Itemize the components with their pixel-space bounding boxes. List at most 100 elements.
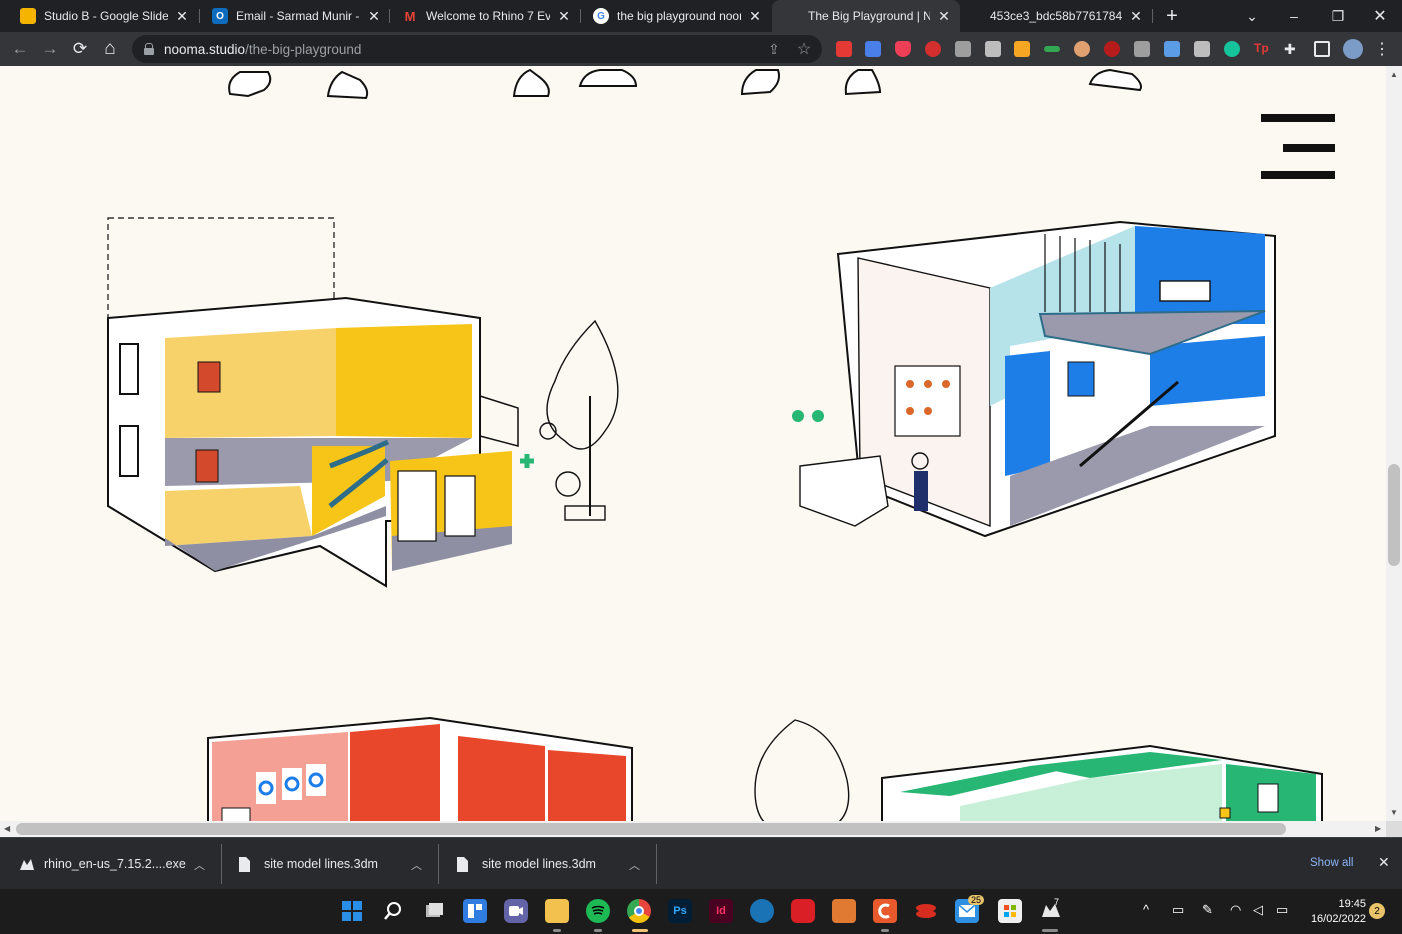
file-explorer-icon[interactable] xyxy=(545,899,569,923)
ext-pdf-icon[interactable] xyxy=(836,41,852,57)
volume-icon[interactable]: ◁ xyxy=(1253,902,1263,918)
pen-icon[interactable]: ✎ xyxy=(1202,902,1213,918)
close-icon[interactable]: ✕ xyxy=(747,8,763,24)
tab-gmail[interactable]: M Welcome to Rhino 7 Evaluation ✕ xyxy=(390,0,580,32)
scrollbar-thumb[interactable] xyxy=(1388,464,1400,566)
ext-pocket-icon[interactable] xyxy=(895,41,911,57)
rhino-app-icon[interactable] xyxy=(1039,899,1063,923)
lock-icon[interactable] xyxy=(144,43,154,55)
task-view-icon[interactable] xyxy=(422,899,446,923)
minimize-button[interactable]: – xyxy=(1272,0,1316,32)
chevron-up-icon[interactable]: ︿ xyxy=(194,857,205,873)
reload-button[interactable]: ⟳ xyxy=(68,37,92,61)
display-icon[interactable]: ▭ xyxy=(1172,902,1184,918)
notification-badge[interactable]: 2 xyxy=(1369,903,1385,919)
ext-abp-icon[interactable] xyxy=(925,41,941,57)
tab-image[interactable]: 453ce3_bdc58b7761784ac ✕ xyxy=(962,0,1152,32)
restore-button[interactable]: ❐ xyxy=(1316,0,1360,32)
archicad-icon[interactable] xyxy=(832,899,856,923)
ext-glasses-icon[interactable] xyxy=(1014,41,1030,57)
tab-big-playground[interactable]: The Big Playground | NOOMA ✕ xyxy=(772,0,960,32)
profile-avatar-icon[interactable] xyxy=(1343,39,1363,59)
horizontal-scrollbar[interactable]: ◀ ▶ xyxy=(0,821,1386,837)
blue-curtain-wall xyxy=(1005,351,1050,476)
ext-grammarly-icon[interactable] xyxy=(1224,41,1240,57)
ext-doc-icon[interactable] xyxy=(1194,41,1210,57)
scroll-left-arrow-icon[interactable]: ◀ xyxy=(4,824,10,833)
close-icon[interactable]: ✕ xyxy=(1128,8,1144,24)
ext-puzzle-icon[interactable]: ✚ xyxy=(1284,41,1300,57)
download-item-3dm[interactable]: site model lines.3dm ︿ xyxy=(238,838,433,890)
chrome-icon[interactable] xyxy=(627,899,651,923)
close-icon[interactable]: ✕ xyxy=(174,8,190,24)
bookmark-star-icon[interactable]: ☆ xyxy=(796,41,812,58)
url-path: /the-big-playground xyxy=(245,41,362,57)
back-button[interactable]: ← xyxy=(8,37,32,61)
tab-outlook[interactable]: O Email - Sarmad Munir - Outlook ✕ xyxy=(200,0,390,32)
tab-search-button[interactable]: ⌄ xyxy=(1230,0,1274,32)
indesign-icon[interactable]: Id xyxy=(709,899,733,923)
creative-cloud-icon[interactable] xyxy=(791,899,815,923)
menu-button[interactable]: ⋮ xyxy=(1370,37,1394,61)
green-house-illustration xyxy=(881,744,1323,821)
spotify-icon[interactable] xyxy=(586,899,610,923)
forward-button[interactable]: → xyxy=(38,37,62,61)
ext-screen-icon[interactable] xyxy=(985,41,1001,57)
red-app-icon[interactable] xyxy=(914,899,938,923)
ext-face-icon[interactable] xyxy=(1074,41,1090,57)
lower-room-wall xyxy=(165,486,312,546)
hamburger-menu-button[interactable] xyxy=(1261,114,1335,179)
menu-line[interactable] xyxy=(1283,144,1335,152)
home-button[interactable]: ⌂ xyxy=(98,37,122,61)
ext-photo-icon[interactable] xyxy=(1164,41,1180,57)
sketchup-icon[interactable] xyxy=(750,899,774,923)
tab-google-search[interactable]: G the big playground nooma ✕ xyxy=(581,0,771,32)
chevron-up-icon[interactable]: ︿ xyxy=(629,857,640,873)
widgets-icon[interactable] xyxy=(463,899,487,923)
tab-title: Email - Sarmad Munir - Outlook xyxy=(236,9,360,23)
new-tab-button[interactable]: + xyxy=(1160,4,1184,28)
scroll-up-arrow-icon[interactable]: ▲ xyxy=(1390,70,1398,79)
close-icon[interactable]: ✕ xyxy=(366,8,382,24)
ext-tp-icon[interactable]: Tp xyxy=(1254,41,1270,57)
cursor-app-icon[interactable] xyxy=(873,899,897,923)
taskbar-clock[interactable]: 19:45 16/02/2022 xyxy=(1300,897,1366,927)
pottery xyxy=(906,407,914,415)
ext-cube-icon[interactable] xyxy=(955,41,971,57)
scrollbar-thumb[interactable] xyxy=(16,823,1286,835)
vertical-scrollbar[interactable]: ▲ ▼ xyxy=(1386,66,1402,821)
ext-translate-icon[interactable] xyxy=(865,41,881,57)
sneakers-illustration xyxy=(228,68,1142,100)
share-icon[interactable]: ⇪ xyxy=(766,41,782,57)
show-all-downloads-link[interactable]: Show all xyxy=(1310,857,1353,869)
wifi-icon[interactable]: ◠ xyxy=(1230,902,1241,918)
close-icon[interactable]: ✕ xyxy=(936,8,952,24)
address-bar[interactable]: nooma.studio/the-big-playground ⇪ ☆ xyxy=(132,35,822,63)
pottery-shelf xyxy=(894,365,961,437)
close-icon[interactable]: ✕ xyxy=(556,8,572,24)
menu-line[interactable] xyxy=(1261,114,1335,122)
store-icon[interactable] xyxy=(998,899,1022,923)
blue-house-illustration xyxy=(792,220,1276,538)
download-item-3dm[interactable]: site model lines.3dm ︿ xyxy=(456,838,651,890)
ext-grid-icon[interactable] xyxy=(1134,41,1150,57)
pottery xyxy=(924,380,932,388)
ext-colorpick-icon[interactable] xyxy=(1044,46,1060,52)
scroll-right-arrow-icon[interactable]: ▶ xyxy=(1375,824,1381,833)
menu-line[interactable] xyxy=(1261,171,1335,179)
windows-start-icon[interactable] xyxy=(340,899,364,923)
tab-google-slides[interactable]: Studio B - Google Slides ✕ xyxy=(8,0,198,32)
battery-icon[interactable]: ▭ xyxy=(1276,902,1288,918)
teams-chat-icon[interactable] xyxy=(504,899,528,923)
close-window-button[interactable]: ✕ xyxy=(1358,0,1402,32)
ext-sidepanel-icon[interactable] xyxy=(1314,41,1330,57)
close-downloads-bar-button[interactable]: ✕ xyxy=(1378,854,1390,871)
ext-ublock-icon[interactable] xyxy=(1104,41,1120,57)
scroll-down-arrow-icon[interactable]: ▼ xyxy=(1390,808,1398,817)
download-item-rhino[interactable]: rhino_en-us_7.15.2....exe ︿ xyxy=(18,838,213,890)
chevron-up-icon[interactable]: ︿ xyxy=(411,857,422,873)
running-indicator xyxy=(594,929,602,932)
photoshop-icon[interactable]: Ps xyxy=(668,899,692,923)
search-icon[interactable] xyxy=(381,899,405,923)
tray-overflow-chevron-icon[interactable]: ^ xyxy=(1143,902,1149,917)
